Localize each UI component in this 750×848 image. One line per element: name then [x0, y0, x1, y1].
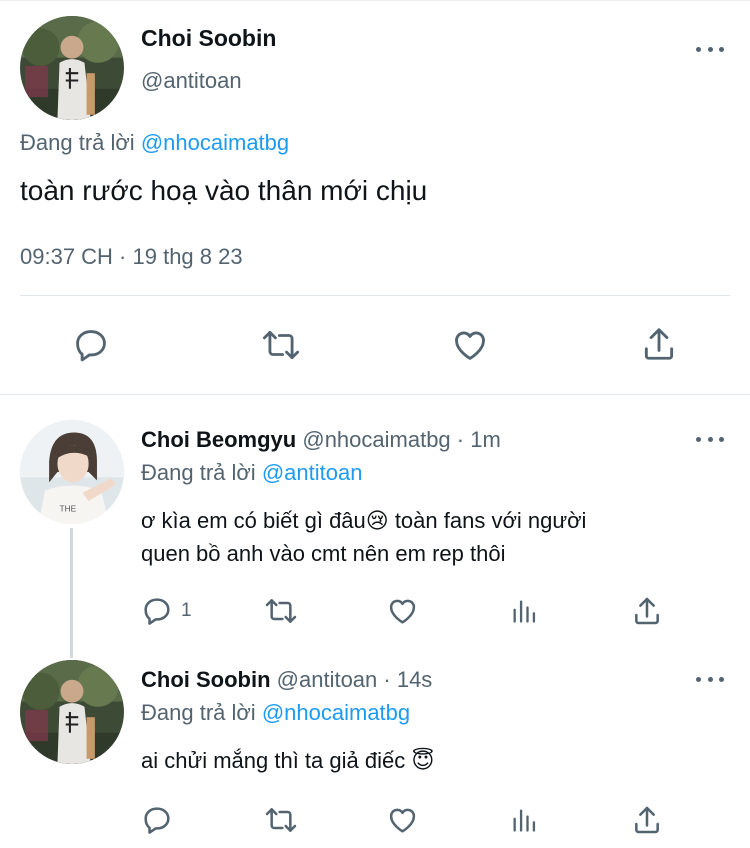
author-name[interactable]: Choi Soobin — [141, 25, 276, 52]
reply-button[interactable] — [72, 326, 110, 364]
reply-icon — [144, 807, 170, 834]
more-icon[interactable] — [696, 432, 724, 446]
reply-header: Choi Soobin @antitoan · 14s — [141, 667, 432, 693]
reply-prefix: Đang trả lời — [141, 460, 256, 485]
reply-header: Choi Beomgyu @nhocaimatbg · 1m — [141, 427, 501, 453]
retweet-button[interactable] — [263, 595, 299, 627]
author-meta[interactable]: @antitoan · 14s — [277, 667, 433, 692]
tweet-text: toàn rước hoạ vào thân mới chịu — [20, 175, 428, 206]
reply-to-link[interactable]: @antitoan — [262, 460, 363, 485]
reply-button[interactable] — [141, 804, 173, 836]
reply-icon — [76, 330, 106, 362]
retweet-icon — [265, 808, 297, 832]
reply-text-line: ơ kìa em có biết gì đâu😢 toàn fans với n… — [141, 508, 587, 533]
reply-context: Đang trả lời @nhocaimatbg — [20, 130, 289, 156]
views-button[interactable] — [510, 596, 538, 626]
reply-prefix: Đang trả lời — [141, 700, 256, 725]
retweet-button[interactable] — [260, 326, 302, 364]
retweet-button[interactable] — [263, 804, 299, 836]
author-meta[interactable]: @nhocaimatbg · 1m — [302, 427, 500, 452]
reply-text-line: ai chửi mắng thì ta giả điếc 😇 — [141, 748, 435, 773]
like-icon — [455, 331, 485, 360]
views-icon — [513, 600, 536, 623]
like-icon — [389, 808, 416, 833]
author-name[interactable]: Choi Soobin — [141, 667, 271, 692]
divider — [20, 295, 730, 296]
section-divider — [0, 394, 750, 395]
top-divider — [0, 0, 750, 1]
author-name[interactable]: Choi Beomgyu — [141, 427, 296, 452]
author-handle[interactable]: @antitoan — [141, 68, 242, 94]
views-icon — [513, 809, 536, 832]
views-button[interactable] — [510, 805, 538, 835]
reply-to-link[interactable]: @nhocaimatbg — [141, 130, 289, 155]
reply-to-link[interactable]: @nhocaimatbg — [262, 700, 410, 725]
share-icon — [635, 597, 659, 625]
share-button[interactable] — [631, 594, 663, 628]
reply-context: Đang trả lời @antitoan — [141, 460, 362, 486]
share-icon — [644, 328, 674, 360]
retweet-icon — [265, 599, 297, 623]
avatar[interactable]: THE — [20, 420, 124, 524]
thread-line — [70, 528, 73, 658]
reply-text-line: quen bồ anh vào cmt nên em rep thôi — [141, 541, 506, 566]
reply-icon — [144, 598, 170, 625]
reply-button[interactable]: 1 — [141, 595, 192, 627]
like-button[interactable] — [450, 326, 490, 364]
reply-count: 1 — [181, 600, 192, 621]
more-icon[interactable] — [696, 672, 724, 686]
retweet-icon — [262, 330, 300, 360]
share-button[interactable] — [640, 324, 678, 364]
avatar[interactable] — [20, 660, 124, 764]
share-icon — [635, 806, 659, 834]
share-button[interactable] — [631, 803, 663, 837]
like-button[interactable] — [386, 804, 419, 836]
avatar[interactable] — [20, 16, 124, 120]
reply-context: Đang trả lời @nhocaimatbg — [141, 700, 410, 726]
more-icon[interactable] — [696, 42, 724, 56]
tweet-timestamp[interactable]: 09:37 CH · 19 thg 8 23 — [20, 244, 243, 270]
like-button[interactable] — [386, 595, 419, 627]
like-icon — [389, 599, 416, 624]
avatar-image: THE — [20, 420, 124, 524]
avatar-image — [20, 16, 124, 120]
svg-text:THE: THE — [60, 504, 77, 514]
reply-prefix: Đang trả lời — [20, 130, 135, 155]
avatar-image — [20, 660, 124, 764]
